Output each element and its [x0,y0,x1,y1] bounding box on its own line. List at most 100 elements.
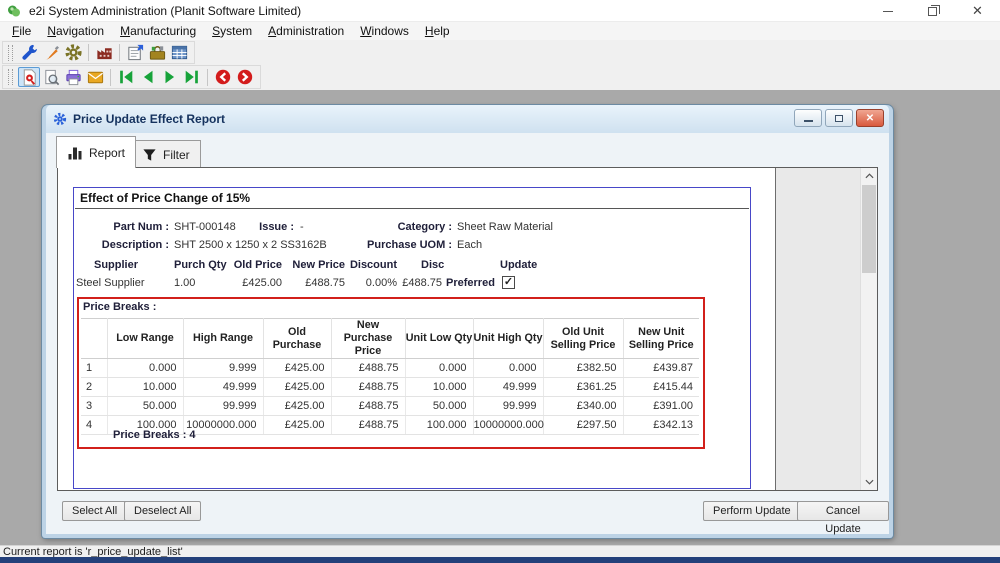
paint-tool-icon[interactable] [40,43,62,63]
toolbar-separator [110,69,111,86]
menu-bar: File Navigation Manufacturing System Adm… [0,22,1000,40]
toolbar-separator [207,69,208,86]
deselect-all-button[interactable]: Deselect All [124,501,201,521]
purch-qty-value: 1.00 [174,277,195,290]
report-page: Effect of Price Change of 15% Part Num :… [58,168,776,490]
first-record-icon[interactable] [115,67,137,87]
category-value: Sheet Raw Material [457,221,553,234]
issue-value: - [300,221,304,234]
price-breaks-count: Price Breaks : 4 [113,429,196,441]
child-restore-icon [835,115,843,122]
category-label: Category : [342,221,452,234]
previous-record-icon[interactable] [137,67,159,87]
status-bar: Current report is 'r_price_update_list' [0,545,1000,557]
update-header: Update [500,259,537,272]
toolbar-grip[interactable] [8,69,13,85]
back-icon[interactable] [212,67,234,87]
tab-filter[interactable]: Filter [131,140,201,168]
child-close-icon: ✕ [866,113,874,124]
purchase-uom-value: Each [457,239,482,252]
purchase-uom-label: Purchase UOM : [342,239,452,252]
chevron-up-icon [865,173,874,179]
report-toolbar [2,65,261,89]
description-value: SHT 2500 x 1250 x 2 SS3162B [174,239,327,252]
scroll-up-button[interactable] [861,168,877,184]
scrollbar-thumb[interactable] [862,185,876,273]
price-breaks-label: Price Breaks : [83,301,156,313]
menu-manufacturing[interactable]: Manufacturing [112,23,204,39]
price-breaks-header-row: Low Range High Range OldPurchase New Pur… [81,319,699,359]
select-all-button[interactable]: Select All [62,501,127,521]
menu-windows[interactable]: Windows [352,23,417,39]
col-unit-high-qty: Unit High Qty [473,319,543,359]
menu-navigation[interactable]: Navigation [39,23,112,39]
app-titlebar: e2i System Administration (Planit Softwa… [0,0,1000,22]
wrench-icon[interactable] [18,43,40,63]
taskbar-strip [0,557,1000,563]
col-old-purchase: OldPurchase [263,319,331,359]
minimize-icon [883,11,893,12]
factory-icon[interactable] [93,43,115,63]
preferred-label: Preferred [446,277,495,290]
report-title-row: Effect of Price Change of 15% [75,188,749,209]
disc-header: Disc [389,259,444,272]
gear-icon[interactable] [62,43,84,63]
price-breaks-section: Price Breaks : Low Range High Range OldP… [77,297,705,449]
supplier-value: Steel Supplier [76,277,145,290]
toolbar-separator [88,44,89,61]
menu-file[interactable]: File [4,23,39,39]
report-gear-icon [53,112,67,126]
toolbar-grip[interactable] [8,45,13,61]
price-breaks-table: Low Range High Range OldPurchase New Pur… [81,318,699,435]
main-toolbar [2,41,195,64]
pdf-export-icon[interactable] [18,67,40,87]
col-low-range: Low Range [107,319,183,359]
scroll-down-button[interactable] [861,474,877,490]
print-icon[interactable] [62,67,84,87]
last-record-icon[interactable] [181,67,203,87]
col-old-unit-selling-price: Old UnitSelling Price [543,319,623,359]
next-record-icon[interactable] [159,67,181,87]
toolbox-icon[interactable] [146,43,168,63]
menu-help[interactable]: Help [417,23,458,39]
forward-icon[interactable] [234,67,256,87]
report-viewport: Effect of Price Change of 15% Part Num :… [57,167,878,491]
restore-icon [928,7,937,16]
tab-report[interactable]: Report [56,136,136,168]
email-icon[interactable] [84,67,106,87]
old-price-header: Old Price [217,259,282,272]
child-restore-button[interactable] [825,109,853,127]
price-break-row-2: 2 10.000 49.999 £425.00 £488.75 10.000 4… [81,378,699,397]
tab-filter-label: Filter [163,148,190,162]
data-grid-icon[interactable] [168,43,190,63]
new-price-value: £488.75 [282,277,345,290]
update-checkbox[interactable] [502,276,515,289]
mdi-background: Price Update Effect Report ✕ Report Filt… [0,90,1000,545]
child-window-body: Report Filter Effect of Price Change of … [46,133,889,534]
part-num-label: Part Num : [74,221,169,234]
filter-funnel-icon [142,147,157,162]
menu-administration[interactable]: Administration [260,23,352,39]
app-title: e2i System Administration (Planit Softwa… [29,4,301,18]
print-preview-icon[interactable] [40,67,62,87]
chevron-down-icon [865,479,874,485]
minimize-button[interactable] [865,0,910,22]
vertical-scrollbar[interactable] [860,168,877,490]
cancel-update-button[interactable]: Cancel Update [797,501,889,521]
col-high-range: High Range [183,319,263,359]
col-new-purchase-price: New PurchasePrice [331,319,405,359]
child-minimize-button[interactable] [794,109,822,127]
perform-update-button[interactable]: Perform Update [703,501,801,521]
price-update-effect-report-window: Price Update Effect Report ✕ Report Filt… [42,105,893,538]
child-minimize-icon [804,120,813,122]
menu-system[interactable]: System [204,23,260,39]
restore-button[interactable] [910,0,955,22]
col-unit-low-qty: Unit Low Qty [405,319,473,359]
close-button[interactable]: ✕ [955,0,1000,22]
toolbar-zone [0,40,1000,90]
child-titlebar[interactable]: Price Update Effect Report ✕ [46,105,889,133]
properties-icon[interactable] [124,43,146,63]
col-new-unit-selling-price: New UnitSelling Price [623,319,699,359]
issue-label: Issue : [224,221,294,234]
child-close-button[interactable]: ✕ [856,109,884,127]
